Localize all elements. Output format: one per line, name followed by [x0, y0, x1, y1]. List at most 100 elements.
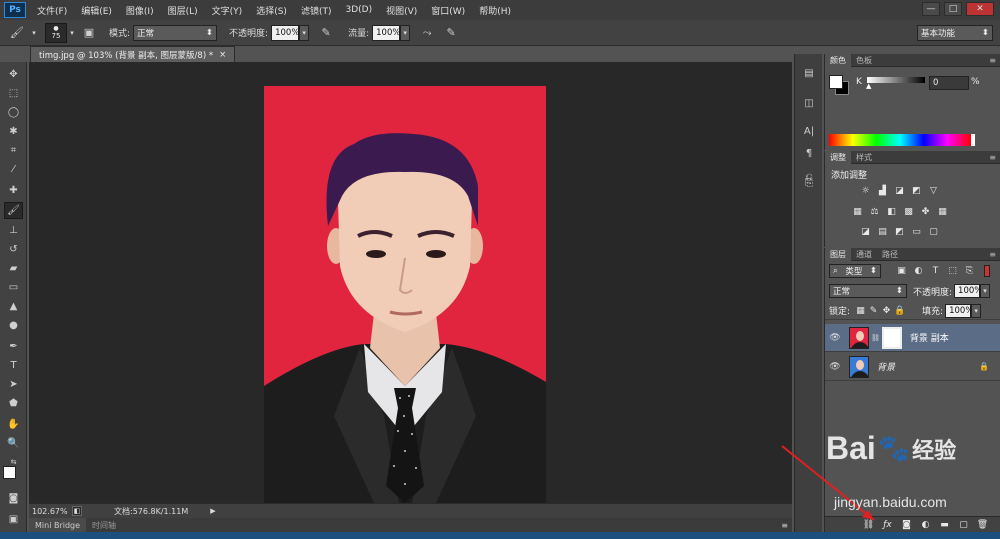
vibrance-icon[interactable]: ▽	[927, 185, 940, 197]
visibility-eye-icon[interactable]: 👁	[825, 333, 845, 343]
flow-input[interactable]: 100%	[372, 24, 400, 41]
tab-mini-bridge[interactable]: Mini Bridge	[29, 518, 87, 532]
filter-type-icon[interactable]: T	[929, 265, 942, 277]
tab-swatches[interactable]: 色板	[851, 54, 877, 67]
tab-color[interactable]: 颜色	[825, 53, 851, 67]
threshold-icon[interactable]: ◩	[893, 226, 906, 238]
fill-input[interactable]: 100%	[945, 303, 973, 318]
move-tool-icon[interactable]: ✥	[4, 66, 23, 83]
color-lookup-icon[interactable]: ▦	[936, 206, 949, 218]
lock-all-icon[interactable]: 🔒	[893, 305, 906, 317]
tab-adjustments[interactable]: 调整	[825, 150, 851, 164]
spectrum-white[interactable]	[971, 134, 975, 146]
filter-shape-icon[interactable]: ⬚	[946, 265, 959, 277]
paragraph-panel-icon[interactable]: ¶	[799, 144, 819, 162]
layer-mask-thumbnail[interactable]	[881, 326, 902, 349]
tab-paths[interactable]: 路径	[877, 248, 903, 261]
lock-pixels-icon[interactable]: ✎	[867, 305, 880, 317]
hue-saturation-icon[interactable]: ▦	[851, 206, 864, 218]
pressure-opacity-icon[interactable]: ✎	[317, 24, 335, 42]
menu-type[interactable]: 文字(Y)	[205, 4, 250, 17]
flow-dropdown[interactable]: ▾	[400, 24, 411, 41]
opacity-dropdown[interactable]: ▾	[299, 24, 310, 41]
menu-help[interactable]: 帮助(H)	[472, 4, 518, 17]
path-selection-tool-icon[interactable]: ➤	[4, 376, 23, 393]
photo-filter-icon[interactable]: ▩	[902, 206, 915, 218]
menu-filter[interactable]: 滤镜(T)	[294, 4, 339, 17]
levels-icon[interactable]: ▟	[876, 185, 889, 197]
opacity-input[interactable]: 100%	[271, 24, 299, 41]
mode-select[interactable]: 正常 ⬍	[133, 24, 218, 41]
healing-brush-tool-icon[interactable]: ✚	[4, 182, 23, 199]
selective-color-icon[interactable]: ▢	[927, 226, 940, 238]
posterize-icon[interactable]: ▤	[876, 226, 889, 238]
layer-filter-select[interactable]: ⌕ 类型 ⬍	[829, 264, 881, 278]
lock-transparent-icon[interactable]: ▦	[854, 305, 867, 317]
tab-layers[interactable]: 图层	[825, 247, 851, 261]
status-menu-arrow-icon[interactable]: ▶	[210, 507, 215, 515]
menu-window[interactable]: 窗口(W)	[424, 4, 472, 17]
crop-tool-icon[interactable]: ⌗	[4, 142, 23, 159]
shape-tool-icon[interactable]: ⬟	[4, 395, 23, 412]
layer-opacity-input[interactable]: 100%	[954, 284, 982, 298]
airbrush-icon[interactable]: ⤳	[418, 24, 436, 42]
character-panel-icon[interactable]: A|	[799, 122, 819, 140]
type-tool-icon[interactable]: T	[4, 357, 23, 374]
menu-layer[interactable]: 图层(L)	[161, 4, 205, 17]
workspace-select[interactable]: 基本功能 ⬍	[917, 24, 993, 41]
brush-tool-icon[interactable]: 🖌	[4, 202, 23, 219]
layer-row-background[interactable]: 👁 背景 🔒	[825, 353, 1000, 381]
lasso-tool-icon[interactable]: ◯	[4, 104, 23, 121]
zoom-level[interactable]: 102.67%	[32, 507, 68, 516]
color-foreground-swatch[interactable]	[829, 75, 843, 89]
minimize-button[interactable]: —	[922, 2, 940, 16]
dodge-tool-icon[interactable]: ●	[4, 317, 23, 334]
screen-mode-icon[interactable]: ▣	[4, 511, 23, 528]
black-white-icon[interactable]: ◧	[885, 206, 898, 218]
visibility-eye-icon[interactable]: 👁	[825, 362, 845, 372]
brush-size-picker[interactable]: ● 75	[45, 22, 67, 43]
foreground-color-swatch[interactable]	[3, 466, 16, 479]
lock-position-icon[interactable]: ✥	[880, 305, 893, 317]
close-button[interactable]: ✕	[966, 2, 994, 16]
panel-menu-icon[interactable]: ≡	[989, 56, 996, 65]
color-spectrum-bar[interactable]	[829, 134, 971, 146]
menu-view[interactable]: 视图(V)	[379, 4, 424, 17]
filter-toggle[interactable]	[984, 265, 990, 277]
color-balance-icon[interactable]: ⚖	[868, 206, 881, 218]
exposure-icon[interactable]: ◩	[910, 185, 923, 197]
blur-tool-icon[interactable]: ▲	[4, 298, 23, 315]
k-slider-track[interactable]	[867, 77, 925, 83]
properties-panel-icon[interactable]: ◫	[799, 94, 819, 112]
blend-mode-select[interactable]: 正常 ⬍	[829, 284, 907, 298]
menu-3d[interactable]: 3D(D)	[338, 5, 379, 15]
menu-image[interactable]: 图像(I)	[119, 4, 161, 17]
history-panel-icon[interactable]: ▤	[799, 64, 819, 82]
curves-icon[interactable]: ◪	[893, 185, 906, 197]
channel-value-input[interactable]: 0	[929, 76, 969, 90]
chain-link-icon[interactable]: ⛓	[871, 334, 880, 342]
tab-timeline[interactable]: 时间轴	[86, 520, 122, 531]
channel-mixer-icon[interactable]: ✤	[919, 206, 932, 218]
slider-thumb-icon[interactable]: ▲	[866, 82, 871, 90]
clone-stamp-tool-icon[interactable]: ⊥	[4, 222, 23, 239]
panel-menu-icon[interactable]: ≡	[989, 153, 996, 162]
menu-file[interactable]: 文件(F)	[30, 4, 74, 17]
proof-icon[interactable]: ◧	[72, 506, 82, 516]
magic-wand-tool-icon[interactable]: ✱	[4, 123, 23, 140]
layer-opacity-dropdown[interactable]: ▾	[980, 284, 991, 298]
brightness-contrast-icon[interactable]: ☼	[859, 185, 872, 197]
panel-menu-icon[interactable]: ≡	[989, 250, 996, 259]
hand-tool-icon[interactable]: ✋	[4, 416, 23, 433]
gradient-map-icon[interactable]: ▭	[910, 226, 923, 238]
layer-name[interactable]: 背景	[877, 360, 895, 373]
quick-mask-icon[interactable]: ◙	[4, 490, 23, 507]
invert-icon[interactable]: ◪	[859, 226, 872, 238]
close-tab-icon[interactable]: ×	[219, 50, 226, 60]
eraser-tool-icon[interactable]: ▰	[4, 260, 23, 277]
filter-adjust-icon[interactable]: ◐	[912, 265, 925, 277]
gradient-tool-icon[interactable]: ▭	[4, 279, 23, 296]
brush-panel-toggle-icon[interactable]: ▣	[80, 24, 98, 42]
menu-edit[interactable]: 编辑(E)	[74, 4, 119, 17]
eyedropper-tool-icon[interactable]: ⁄	[4, 161, 23, 178]
